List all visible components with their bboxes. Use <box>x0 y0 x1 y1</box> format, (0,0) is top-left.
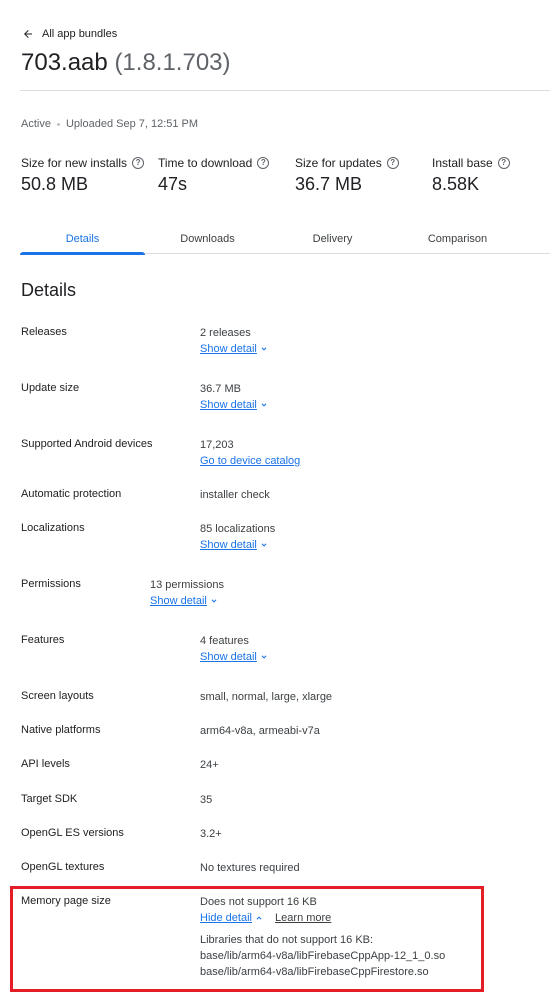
detail-label-features: Features <box>21 634 65 646</box>
detail-value-update-size: 36.7 MB Show detail <box>200 381 269 413</box>
detail-value-opengl-es: 3.2+ <box>200 828 222 840</box>
learn-more-link[interactable]: Learn more <box>275 912 331 924</box>
stat-label: Install base <box>432 156 493 170</box>
chevron-down-icon <box>261 543 267 547</box>
help-icon[interactable]: ? <box>386 157 399 169</box>
detail-value-api-levels: 24+ <box>200 759 219 771</box>
link-label: Show detail <box>200 539 257 551</box>
tab-comparison[interactable]: Comparison <box>395 224 520 254</box>
device-catalog-link[interactable]: Go to device catalog <box>200 453 300 469</box>
stat-label: Size for updates <box>295 156 382 170</box>
arrow-back-icon <box>24 30 32 38</box>
detail-value-memory-page-size: Does not support 16 KB Hide detail Learn… <box>200 894 445 980</box>
help-icon[interactable]: ? <box>497 157 510 169</box>
detail-value-features: 4 features Show detail <box>200 633 269 665</box>
stat-label: Time to download <box>158 156 253 170</box>
link-label: Show detail <box>150 595 207 607</box>
detail-label-opengl-es: OpenGL ES versions <box>21 827 124 839</box>
detail-value-screen-layouts: small, normal, large, xlarge <box>200 691 333 703</box>
stat-updates: Size for updates? 36.7 MB <box>295 156 399 195</box>
memory-links: Hide detail Learn more <box>200 910 445 926</box>
tab-bar: Details Downloads Delivery Comparison <box>20 224 550 255</box>
show-detail-link[interactable]: Show detail <box>150 593 219 609</box>
detail-label-target-sdk: Target SDK <box>21 793 78 805</box>
library-path: base/lib/arm64-v8a/libFirebaseCppFiresto… <box>200 966 429 978</box>
stat-value: 47s <box>158 174 188 194</box>
detail-value-automatic-protection: installer check <box>200 489 270 501</box>
detail-label-permissions: Permissions <box>21 578 81 590</box>
detail-value-localizations: 85 localizations Show detail <box>200 521 275 553</box>
detail-label-screen-layouts: Screen layouts <box>21 690 94 702</box>
link-label: Show detail <box>200 399 257 411</box>
tab-details[interactable]: Details <box>20 224 145 255</box>
status-state: Active <box>21 118 51 130</box>
app-bundle-page: All app bundles 703.aab (1.8.1.703) Acti… <box>6 2 550 996</box>
unsupported-libraries: Libraries that do not support 16 KB: bas… <box>200 932 445 980</box>
show-detail-link[interactable]: Show detail <box>200 397 269 413</box>
stat-new-installs: Size for new installs? 50.8 MB <box>21 156 145 195</box>
chevron-down-icon <box>261 403 267 407</box>
detail-value: 2 releases <box>200 327 251 339</box>
chevron-down-icon <box>261 655 267 659</box>
bundle-file-name: 703.aab <box>21 49 108 76</box>
detail-value: 4 features <box>200 635 249 647</box>
separator-dot <box>56 122 60 126</box>
detail-value-supported-devices: 17,203 Go to device catalog <box>200 437 300 469</box>
detail-value: 36.7 MB <box>200 383 241 395</box>
link-label: Show detail <box>200 343 257 355</box>
back-link-label: All app bundles <box>42 28 118 40</box>
help-icon[interactable]: ? <box>257 157 270 169</box>
details-heading: Details <box>21 280 77 300</box>
detail-value-native-platforms: arm64-v8a, armeabi-v7a <box>200 725 320 737</box>
detail-label-api-levels: API levels <box>21 758 70 770</box>
stat-value: 50.8 MB <box>21 174 89 194</box>
hide-detail-link[interactable]: Hide detail <box>200 910 264 926</box>
detail-label-automatic-protection: Automatic protection <box>21 488 122 500</box>
stat-value: 36.7 MB <box>295 174 363 194</box>
stat-install-base: Install base? 8.58K <box>432 156 510 195</box>
detail-label-supported-devices: Supported Android devices <box>21 438 153 450</box>
tab-delivery[interactable]: Delivery <box>270 224 395 254</box>
detail-value: 13 permissions <box>150 579 224 591</box>
chevron-down-icon <box>211 599 217 603</box>
detail-value-releases: 2 releases Show detail <box>200 325 269 357</box>
detail-label-update-size: Update size <box>21 382 80 394</box>
show-detail-link[interactable]: Show detail <box>200 649 269 665</box>
memory-value: Does not support 16 KB <box>200 896 317 908</box>
chevron-down-icon <box>261 347 267 351</box>
link-label: Hide detail <box>200 912 252 924</box>
upload-timestamp: Uploaded Sep 7, 12:51 PM <box>65 118 199 130</box>
show-detail-link[interactable]: Show detail <box>200 341 269 357</box>
detail-value-permissions: 13 permissions Show detail <box>150 577 224 609</box>
detail-value-opengl-textures: No textures required <box>200 862 300 874</box>
libraries-heading: Libraries that do not support 16 KB: <box>200 934 374 946</box>
help-icon[interactable]: ? <box>132 157 145 169</box>
detail-label-releases: Releases <box>21 326 67 338</box>
link-label: Show detail <box>200 651 257 663</box>
header-divider <box>20 90 550 91</box>
detail-value: 85 localizations <box>200 523 276 535</box>
stat-value: 8.58K <box>432 174 480 194</box>
tab-downloads[interactable]: Downloads <box>145 224 270 254</box>
show-detail-link[interactable]: Show detail <box>200 537 269 553</box>
detail-value-target-sdk: 35 <box>200 794 213 806</box>
chevron-up-icon <box>256 916 262 920</box>
detail-label-localizations: Localizations <box>21 522 85 534</box>
detail-value: 17,203 <box>200 439 234 451</box>
detail-label-opengl-textures: OpenGL textures <box>21 861 105 873</box>
stat-download-time: Time to download? 47s <box>158 156 270 195</box>
page-title: 703.aab (1.8.1.703) <box>21 47 231 79</box>
detail-label-memory-page-size: Memory page size <box>21 895 111 907</box>
stat-label: Size for new installs <box>21 156 128 170</box>
detail-label-native-platforms: Native platforms <box>21 724 101 736</box>
library-path: base/lib/arm64-v8a/libFirebaseCppApp-12_… <box>200 950 446 962</box>
back-to-bundles-link[interactable]: All app bundles <box>22 24 117 44</box>
bundle-version: (1.8.1.703) <box>114 49 231 76</box>
bundle-status: Active Uploaded Sep 7, 12:51 PM <box>21 118 198 130</box>
